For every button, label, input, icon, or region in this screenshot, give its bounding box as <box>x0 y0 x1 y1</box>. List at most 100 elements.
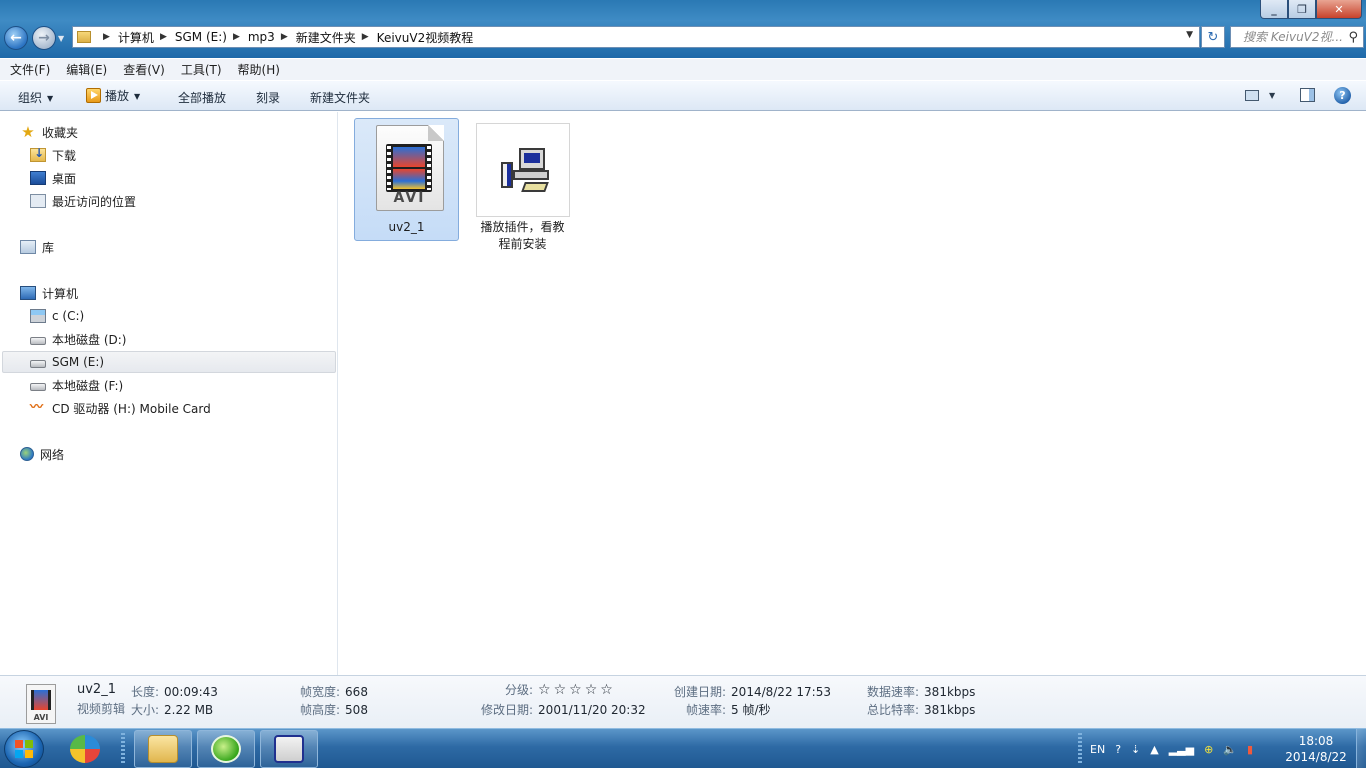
show-hidden-icons[interactable]: ▲ <box>1150 743 1158 756</box>
field-value: 381kbps <box>924 703 976 717</box>
rating-stars-icon[interactable]: ☆☆☆☆☆ <box>538 682 616 698</box>
play-all-button[interactable]: 全部播放 <box>178 89 226 106</box>
breadcrumb-separator-icon[interactable]: ▶ <box>103 32 110 42</box>
nav-label: 网络 <box>40 447 65 462</box>
file-item-uv2-1[interactable]: AVI uv2_1 <box>354 118 459 241</box>
nav-drive-d[interactable]: 本地磁盘 (D:) <box>30 328 126 350</box>
file-item-player-plugin[interactable]: 播放插件，看教程前安装 <box>470 118 575 258</box>
nav-label: 下载 <box>52 148 77 163</box>
nav-network[interactable]: 网络 <box>20 443 64 465</box>
logo-quadrant-icon <box>15 740 23 748</box>
file-list[interactable]: AVI uv2_1 播放插件，看教程前安装 <box>339 112 1366 675</box>
search-box[interactable]: ⚲ <box>1230 26 1364 48</box>
address-bar[interactable]: ▶ 计算机 ▶ SGM (E:) ▶ mp3 ▶ 新建文件夹 ▶ KeivuV2… <box>72 26 1200 48</box>
minimize-button[interactable]: _ <box>1260 0 1288 19</box>
language-indicator[interactable]: EN <box>1090 743 1105 756</box>
details-total-bitrate: 总比特率: 381kbps <box>867 701 975 718</box>
nav-recent-places[interactable]: 最近访问的位置 <box>30 190 136 212</box>
refresh-button[interactable]: ↻ <box>1201 26 1225 48</box>
tray-grip[interactable] <box>1078 733 1082 765</box>
help-icon[interactable]: ? <box>1334 87 1351 104</box>
details-modified: 修改日期: 2001/11/20 20:32 <box>481 701 646 718</box>
taskbar: EN ? ⇣ ▲ ▂▃▅ ⊕ 🔈 ▮ 18:08 2014/8/22 <box>0 728 1366 768</box>
file-type-badge: AVI <box>33 713 49 722</box>
close-button[interactable]: ✕ <box>1316 0 1362 19</box>
nav-drive-f[interactable]: 本地磁盘 (F:) <box>30 374 123 396</box>
play-button[interactable]: 播放 ▼ <box>86 87 140 104</box>
taskbar-app-explorer[interactable] <box>134 730 192 768</box>
menu-file[interactable]: 文件(F) <box>10 61 50 78</box>
nav-drive-h[interactable]: 〰 CD 驱动器 (H:) Mobile Card <box>30 397 211 419</box>
search-icon[interactable]: ⚲ <box>1348 30 1358 45</box>
breadcrumb-computer[interactable]: 计算机 <box>118 29 154 46</box>
nav-computer[interactable]: 计算机 <box>20 282 78 304</box>
breadcrumb-separator-icon[interactable]: ▶ <box>362 32 369 42</box>
preview-pane-icon[interactable] <box>1300 88 1315 102</box>
keyboard-options-icon[interactable]: ⇣ <box>1131 743 1140 756</box>
nav-favorites[interactable]: ★ 收藏夹 <box>20 121 78 143</box>
library-icon <box>20 240 36 254</box>
nav-drive-c[interactable]: c (C:) <box>30 305 84 327</box>
film-holes-icon <box>426 146 431 190</box>
film-strip-icon <box>385 144 432 192</box>
breadcrumb-separator-icon[interactable]: ▶ <box>160 32 167 42</box>
breadcrumb-new-folder[interactable]: 新建文件夹 <box>296 29 356 46</box>
security-shield-icon[interactable]: ⊕ <box>1204 743 1213 756</box>
nav-desktop[interactable]: 桌面 <box>30 167 76 189</box>
help-tray-icon[interactable]: ? <box>1115 743 1121 756</box>
recent-pages-dropdown-icon[interactable]: ▼ <box>58 34 64 43</box>
player-icon <box>274 735 304 763</box>
breadcrumb-separator-icon[interactable]: ▶ <box>281 32 288 42</box>
forward-button[interactable]: → <box>32 26 56 50</box>
field-value: 2.22 MB <box>164 703 214 717</box>
menu-view[interactable]: 查看(V) <box>123 61 165 78</box>
hard-drive-icon <box>30 360 46 368</box>
windows-logo-icon <box>15 740 33 758</box>
menu-tools[interactable]: 工具(T) <box>181 61 222 78</box>
field-label: 分级: <box>505 683 534 697</box>
details-size: 大小: 2.22 MB <box>131 701 213 718</box>
installer-icon <box>475 123 570 217</box>
floppy-icon <box>520 182 549 192</box>
device-icon[interactable]: ▮ <box>1247 743 1253 756</box>
breadcrumb-mp3[interactable]: mp3 <box>248 30 275 44</box>
nav-downloads[interactable]: 下载 <box>30 144 76 166</box>
maximize-button[interactable]: ❐ <box>1288 0 1316 19</box>
menu-help[interactable]: 帮助(H) <box>238 61 280 78</box>
field-label: 创建日期: <box>674 685 727 699</box>
cd-drive-icon: 〰 <box>30 400 44 415</box>
taskbar-app-player[interactable] <box>260 730 318 768</box>
field-label: 长度: <box>131 685 160 699</box>
new-folder-button[interactable]: 新建文件夹 <box>310 89 370 106</box>
organize-button[interactable]: 组织 ▼ <box>18 89 53 106</box>
taskbar-grip[interactable] <box>121 733 125 765</box>
breadcrumb-separator-icon[interactable]: ▶ <box>233 32 240 42</box>
nav-label: SGM (E:) <box>52 355 105 369</box>
details-data-rate: 数据速率: 381kbps <box>867 683 975 700</box>
volume-icon[interactable]: 🔈 <box>1223 743 1237 756</box>
change-view-icon[interactable] <box>1245 90 1259 101</box>
taskbar-app-360[interactable] <box>56 730 114 768</box>
field-value: 381kbps <box>924 685 976 699</box>
taskbar-app-browser[interactable] <box>197 730 255 768</box>
forward-arrow-icon: → <box>38 30 50 46</box>
menu-edit[interactable]: 编辑(E) <box>66 61 107 78</box>
nav-libraries[interactable]: 库 <box>20 236 54 258</box>
system-drive-icon <box>30 309 46 323</box>
start-button[interactable] <box>4 730 44 768</box>
network-signal-icon[interactable]: ▂▃▅ <box>1169 743 1194 756</box>
clock[interactable]: 18:08 2014/8/22 <box>1276 733 1356 765</box>
breadcrumb-drive-e[interactable]: SGM (E:) <box>175 30 227 44</box>
file-type-badge: AVI <box>393 190 426 206</box>
view-options-dropdown-icon[interactable]: ▼ <box>1269 91 1275 100</box>
back-button[interactable]: ← <box>4 26 28 50</box>
show-desktop-button[interactable] <box>1356 729 1366 768</box>
nav-drive-e[interactable]: SGM (E:) <box>2 351 336 373</box>
avi-file-icon: AVI <box>26 684 56 724</box>
breadcrumb-keivu-tutorial[interactable]: KeivuV2视频教程 <box>377 29 474 46</box>
details-frame-height: 帧高度: 508 <box>300 701 368 718</box>
address-dropdown-icon[interactable]: ▼ <box>1186 30 1193 40</box>
burn-button[interactable]: 刻录 <box>256 89 280 106</box>
search-input[interactable] <box>1243 30 1345 44</box>
field-value: 668 <box>345 685 368 699</box>
